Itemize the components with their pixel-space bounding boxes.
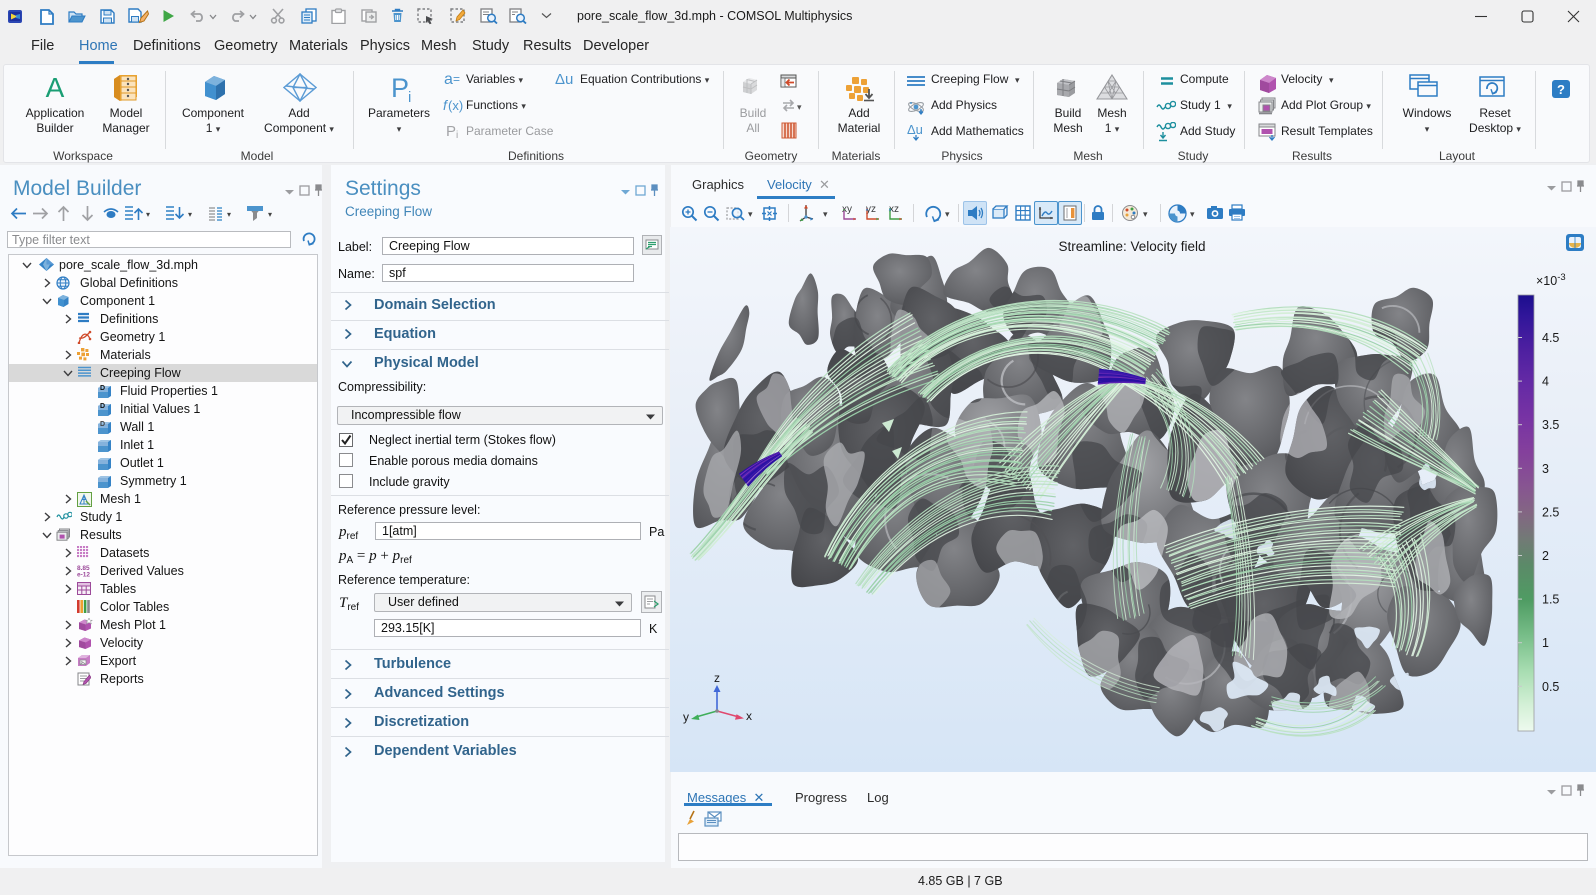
svg-text:4.5: 4.5 <box>1542 331 1559 345</box>
svg-text:Streamline: Velocity field: Streamline: Velocity field <box>1058 239 1205 254</box>
svg-text:z: z <box>714 671 720 685</box>
svg-text:=: = <box>453 72 460 86</box>
svg-text:▾: ▾ <box>797 102 802 112</box>
svg-text:3.5: 3.5 <box>1542 418 1559 432</box>
svg-text:1.5: 1.5 <box>1542 593 1559 607</box>
svg-text:i: i <box>456 130 458 139</box>
svg-text:i: i <box>408 89 411 103</box>
svg-text:D: D <box>100 385 105 392</box>
svg-text:2: 2 <box>1542 549 1549 563</box>
svg-text:3: 3 <box>1542 462 1549 476</box>
svg-text:Δu: Δu <box>555 71 573 87</box>
svg-text:2.5: 2.5 <box>1542 505 1559 519</box>
svg-text:P: P <box>446 123 456 139</box>
svg-text:?: ? <box>1557 82 1565 97</box>
svg-text:a: a <box>444 71 453 87</box>
svg-text:(x): (x) <box>448 98 463 113</box>
svg-text:4: 4 <box>1542 375 1549 389</box>
svg-text:D: D <box>100 403 105 410</box>
svg-text:P: P <box>391 73 409 103</box>
svg-text:e-12: e-12 <box>77 572 90 578</box>
svg-text:x: x <box>746 709 752 723</box>
svg-text:y: y <box>683 710 689 724</box>
svg-text:0.5: 0.5 <box>1542 680 1559 694</box>
svg-text:D: D <box>100 421 105 428</box>
svg-text:1: 1 <box>1542 636 1549 650</box>
svg-text:Δu: Δu <box>907 123 923 137</box>
svg-text:A: A <box>46 75 65 101</box>
